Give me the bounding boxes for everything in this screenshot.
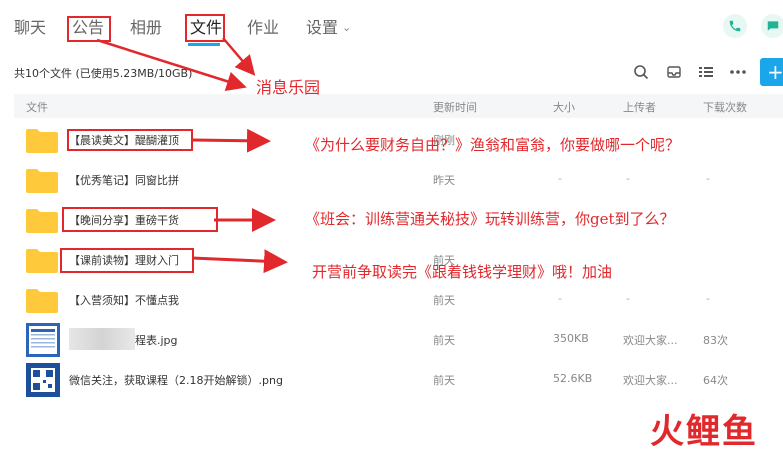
arrow-row4 [191, 249, 288, 274]
arrow-to-announcements [96, 38, 247, 91]
annotation-row4: 开营前争取读完《跟着钱钱学理财》哦！加油 [312, 263, 613, 281]
annotation-row3: 《班会：训练营通关秘技》玩转训练营，你get到了么？ [305, 210, 675, 228]
arrow-from-files-tab [222, 37, 256, 76]
annotation-announcement: 消息乐园 [256, 78, 321, 97]
annotation-row1: 《为什么要财务自由？》渔翁和富翁，你要做哪一个呢？ [305, 136, 681, 154]
arrow-row1 [192, 128, 271, 153]
